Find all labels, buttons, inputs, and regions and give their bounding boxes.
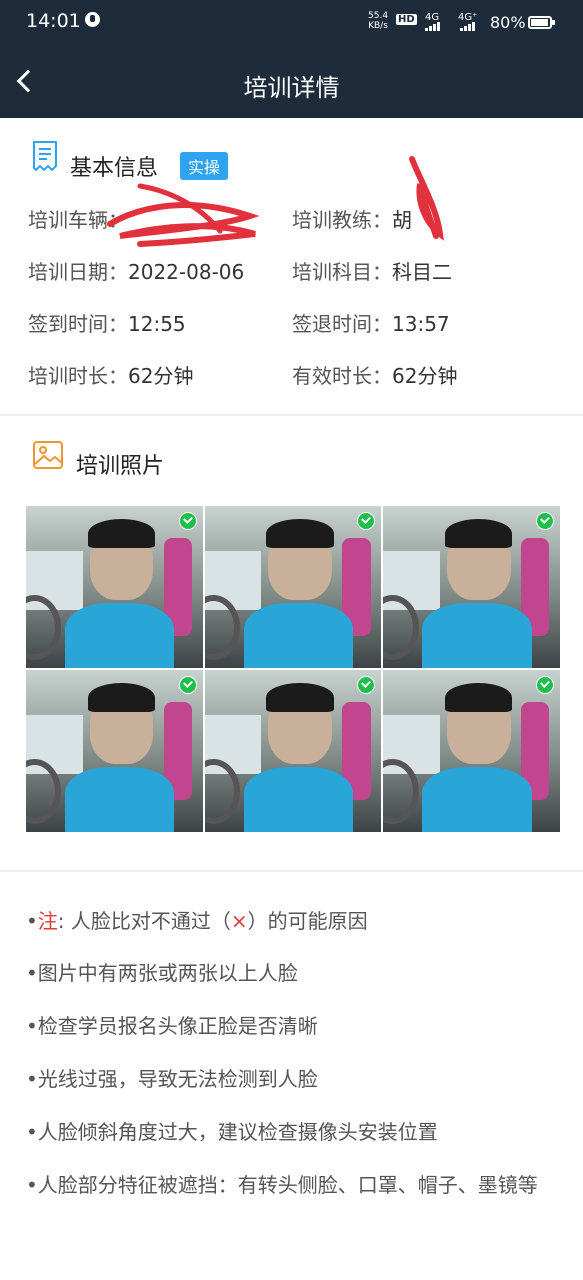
note-text: : 人脸比对不通过（ <box>57 909 231 933</box>
info-label: 签退时间： <box>292 312 392 336</box>
info-value: 科目二 <box>392 260 452 284</box>
basic-info-title: 基本信息 <box>70 156 159 181</box>
training-photo[interactable] <box>26 506 203 668</box>
training-photo[interactable] <box>383 506 560 668</box>
image-icon <box>33 441 63 469</box>
nav-bar: 培训详情 <box>0 46 583 118</box>
check-icon <box>178 512 197 530</box>
note-item: •图片中有两张或两张以上人脸 <box>26 961 298 985</box>
info-label: 培训科目： <box>292 260 392 284</box>
note-item: •检查学员报名头像正脸是否清晰 <box>26 1014 318 1038</box>
training-photo[interactable] <box>204 670 382 832</box>
info-checkout-time: 签退时间：13:57 <box>292 308 450 337</box>
info-label: 培训时长： <box>28 364 128 388</box>
network-speed: 55.4 KB/s <box>368 11 388 31</box>
signal-icon-1 <box>425 22 440 31</box>
check-icon <box>536 676 554 694</box>
training-photo[interactable] <box>204 506 382 668</box>
network-speed-unit: KB/s <box>368 21 388 31</box>
note-item: •人脸部分特征被遮挡：有转头侧脸、口罩、帽子、墨镜等 <box>26 1173 538 1197</box>
note-item: •光线过强，导致无法检测到人脸 <box>26 1067 318 1091</box>
info-label: 有效时长： <box>292 364 392 388</box>
info-value: 胡 <box>392 208 412 232</box>
note-label: 注 <box>37 909 58 933</box>
page-title: 培训详情 <box>243 74 340 102</box>
note-text-tail: ）的可能原因 <box>247 909 368 933</box>
note-header: •注: 人脸比对不通过（×）的可能原因 <box>26 906 566 936</box>
note-bullet: • <box>26 909 38 933</box>
info-checkin-time: 签到时间：12:55 <box>28 308 186 337</box>
network-speed-value: 55.4 <box>368 11 389 21</box>
info-vehicle: 培训车辆： <box>28 204 128 233</box>
basic-info-section: 基本信息 实操 培训车辆： 培训教练：胡 培训日期：2022-08-06 培训科… <box>0 118 583 414</box>
note-mark: × <box>230 909 248 933</box>
info-value: 62分钟 <box>128 364 194 388</box>
status-bar: 14:01 55.4 KB/s HD 4G 4G⁺ 80% <box>0 0 583 46</box>
info-value: 62分钟 <box>392 364 458 388</box>
info-value: 12:55 <box>128 312 186 336</box>
training-type-badge: 实操 <box>180 152 229 180</box>
info-label: 签到时间： <box>28 312 128 336</box>
info-label: 培训教练： <box>292 208 392 232</box>
info-label: 培训日期： <box>28 260 128 284</box>
info-valid-duration: 有效时长：62分钟 <box>292 360 457 389</box>
battery-icon <box>528 16 555 29</box>
location-icon <box>85 12 100 27</box>
note-item: •人脸倾斜角度过大，建议检查摄像头安装位置 <box>26 1120 438 1144</box>
info-value: 2022-08-06 <box>128 260 245 284</box>
status-time: 14:01 <box>26 10 81 32</box>
notes-section: •注: 人脸比对不通过（×）的可能原因 •图片中有两张或两张以上人脸 •检查学员… <box>0 872 583 1280</box>
signal-icon-2 <box>460 22 475 31</box>
photos-title: 培训照片 <box>76 454 165 479</box>
info-duration: 培训时长：62分钟 <box>28 360 193 389</box>
info-label: 培训车辆： <box>28 208 128 232</box>
document-icon <box>33 141 57 172</box>
info-date: 培训日期：2022-08-06 <box>28 256 244 285</box>
photo-grid <box>26 506 560 832</box>
battery-level: 80% <box>490 13 526 32</box>
training-photo[interactable] <box>26 670 203 832</box>
training-photo[interactable] <box>383 670 560 832</box>
check-icon <box>178 676 197 694</box>
photos-section: 培训照片 <box>0 416 583 872</box>
info-subject: 培训科目：科目二 <box>292 256 452 285</box>
info-value: 13:57 <box>392 312 450 336</box>
check-icon <box>536 512 554 530</box>
info-coach: 培训教练：胡 <box>292 204 412 233</box>
hd-icon: HD <box>396 14 417 25</box>
